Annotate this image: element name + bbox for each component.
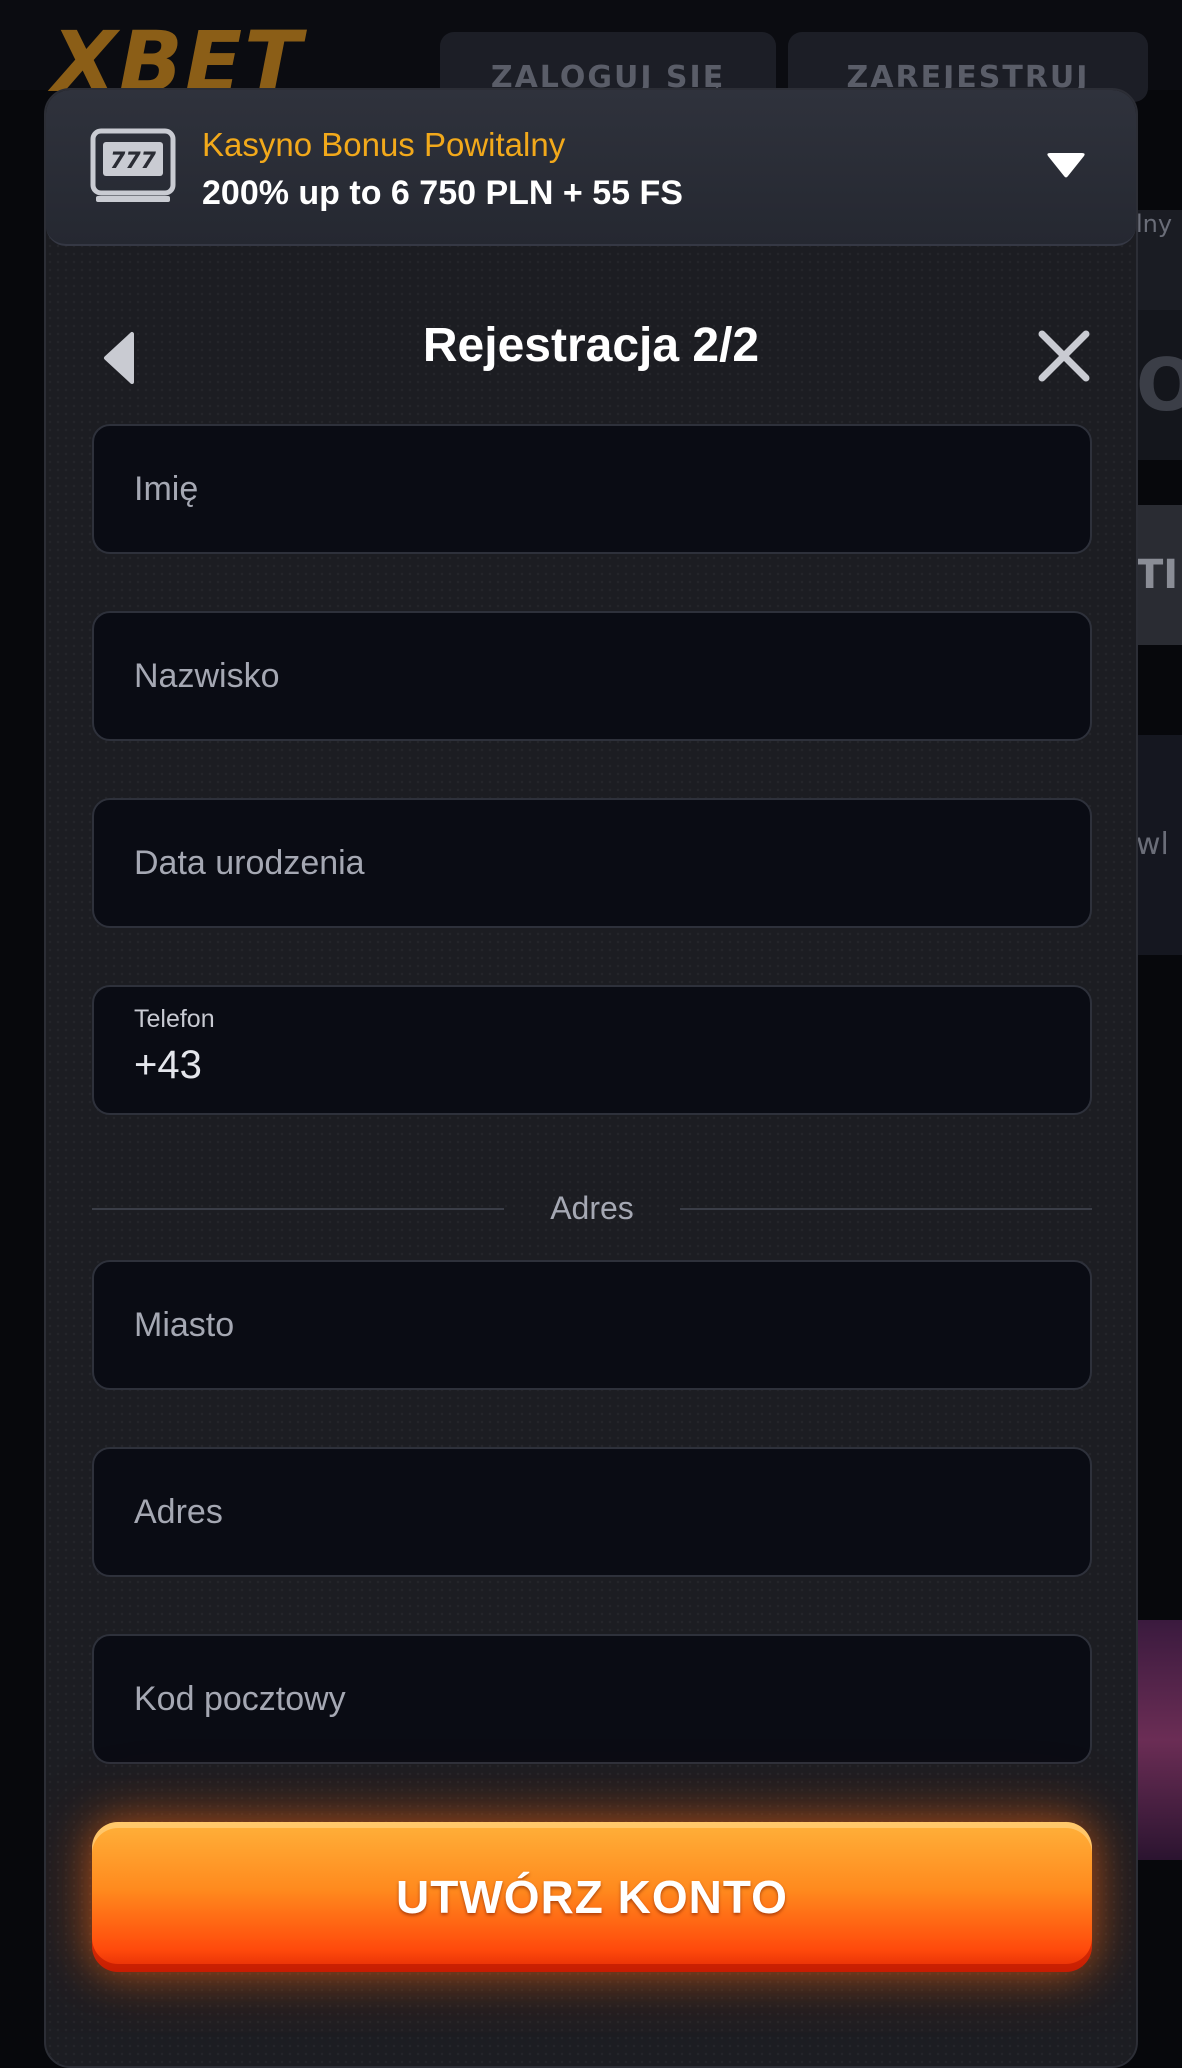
address-input[interactable] [134, 1449, 1034, 1575]
city-field[interactable] [92, 1260, 1092, 1390]
address-section-divider: Adres [92, 1188, 1092, 1228]
address-field[interactable] [92, 1447, 1092, 1577]
bonus-selector[interactable]: 777 Kasyno Bonus Powitalny 200% up to 6 … [46, 90, 1136, 246]
background-fragment: TI [1136, 505, 1182, 645]
phone-field[interactable]: Telefon +43 [92, 985, 1092, 1115]
first-name-input[interactable] [134, 426, 1034, 552]
registration-modal: 777 Kasyno Bonus Powitalny 200% up to 6 … [44, 88, 1138, 2068]
phone-label: Telefon [134, 1005, 215, 1033]
bonus-title: Kasyno Bonus Powitalny [202, 126, 566, 163]
background-fragment: O [1136, 310, 1182, 460]
birth-date-field[interactable] [92, 798, 1092, 928]
background-fragment: lny [1136, 210, 1182, 310]
birth-date-input[interactable] [134, 800, 1034, 926]
postal-code-field[interactable] [92, 1634, 1092, 1764]
last-name-input[interactable] [134, 613, 1034, 739]
postal-code-input[interactable] [134, 1636, 1034, 1762]
bonus-subtitle: 200% up to 6 750 PLN + 55 FS [202, 174, 683, 212]
modal-title: Rejestracja 2/2 [422, 319, 760, 372]
create-account-button[interactable]: UTWÓRZ KONTO [92, 1822, 1092, 1972]
slot-machine-777-icon: 777 [90, 128, 176, 202]
background-fragment: wl [1136, 735, 1182, 955]
first-name-field[interactable] [92, 424, 1092, 554]
svg-text:777: 777 [110, 149, 157, 174]
divider-line [680, 1208, 1092, 1210]
background-game-thumbnail [1136, 1620, 1182, 1860]
close-icon[interactable] [1036, 328, 1092, 384]
last-name-field[interactable] [92, 611, 1092, 741]
phone-value[interactable]: +43 [134, 1043, 202, 1088]
city-input[interactable] [134, 1262, 1034, 1388]
chevron-down-icon[interactable] [1046, 152, 1086, 180]
